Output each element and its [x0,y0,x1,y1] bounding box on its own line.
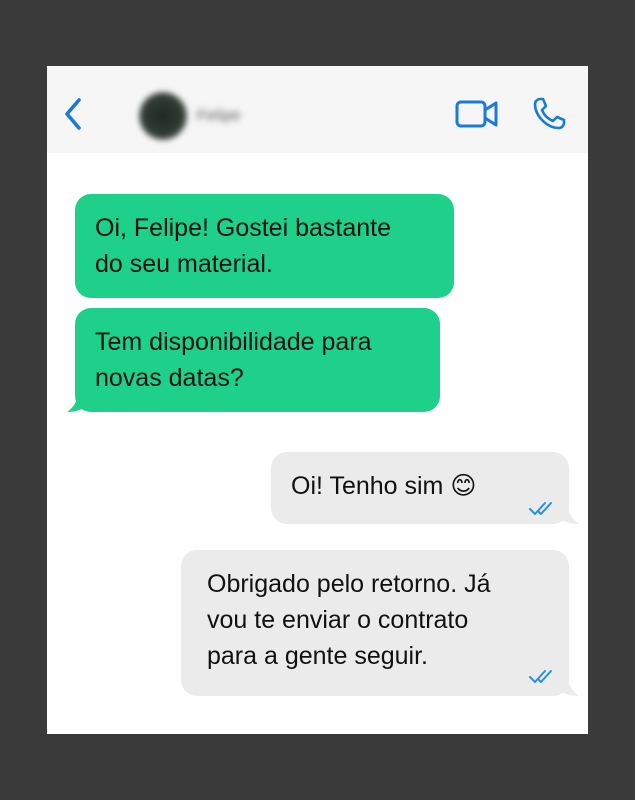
incoming-message[interactable]: Tem disponibilidade para novas datas? [75,308,440,412]
bubble-tail [557,500,579,524]
chat-screen: Felipe Oi, Felipe! Gostei bastante do se… [47,66,588,734]
message-text: Oi, Felipe! Gostei bastante do seu mater… [95,214,391,278]
back-button[interactable] [61,96,87,132]
message-text: Obrigado pelo retorno. Já vou te enviar … [207,570,491,670]
phone-icon [533,97,566,130]
bubble-tail [557,672,579,696]
bubble-tail [67,388,89,412]
chevron-left-icon [65,98,81,130]
chat-header: Felipe [47,66,588,153]
outgoing-message[interactable]: Oi! Tenho sim 😊 [271,452,569,524]
avatar[interactable] [139,92,187,140]
voice-call-button[interactable] [531,96,567,132]
outgoing-message[interactable]: Obrigado pelo retorno. Já vou te enviar … [181,550,569,696]
contact-name[interactable]: Felipe [197,107,241,124]
video-camera-icon [455,100,498,128]
message-text: Oi! Tenho sim 😊 [291,472,477,500]
incoming-message[interactable]: Oi, Felipe! Gostei bastante do seu mater… [75,194,454,298]
double-check-icon [529,502,552,515]
message-text: Tem disponibilidade para novas datas? [95,328,372,392]
double-check-icon [529,670,552,683]
video-call-button[interactable] [455,99,499,129]
